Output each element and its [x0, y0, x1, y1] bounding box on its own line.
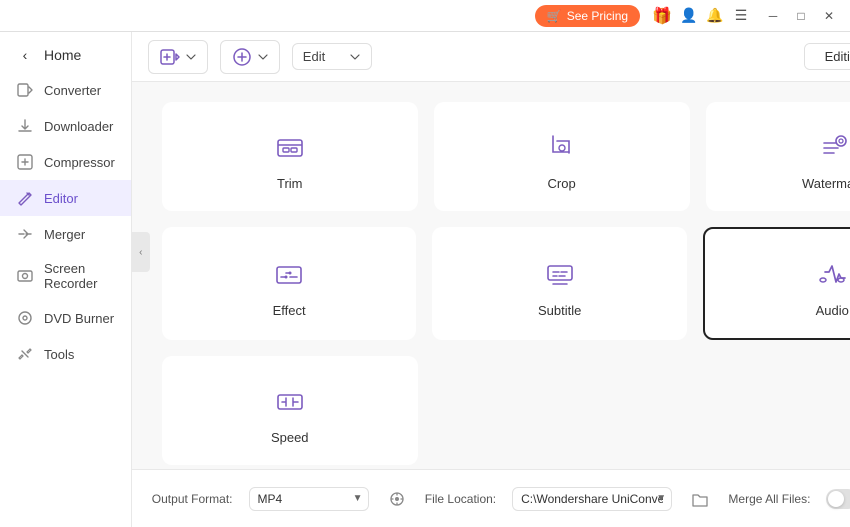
output-format-label: Output Format:	[152, 492, 233, 506]
sidebar-item-tools[interactable]: Tools	[0, 336, 131, 372]
close-button[interactable]: ✕	[816, 3, 842, 29]
trim-label: Trim	[277, 176, 303, 191]
see-pricing-button[interactable]: 🛒 See Pricing	[535, 5, 640, 27]
title-bar-icons: 🎁 👤 🔔 ☰	[652, 6, 750, 26]
maximize-button[interactable]: □	[788, 3, 814, 29]
speed-icon	[272, 384, 308, 420]
crop-card[interactable]: Crop	[434, 102, 690, 211]
minimize-button[interactable]: ─	[760, 3, 786, 29]
tab-group: Editing Finished	[804, 43, 850, 70]
cart-icon: 🛒	[547, 9, 562, 23]
speed-label: Speed	[271, 430, 309, 445]
sidebar: ‹ Home Converter Downloader	[0, 32, 132, 527]
sidebar-item-editor[interactable]: Editor	[0, 180, 131, 216]
effect-label: Effect	[273, 303, 306, 318]
sidebar-item-downloader[interactable]: Downloader	[0, 108, 131, 144]
toolbar: Edit Editing Finished	[132, 32, 850, 82]
merge-all-files-label: Merge All Files:	[728, 492, 810, 506]
sidebar-item-home[interactable]: ‹ Home	[0, 38, 131, 72]
merge-toggle-knob	[828, 491, 844, 507]
file-location-wrapper[interactable]: C:\Wondershare UniConverter 1 ▼	[512, 487, 672, 511]
compressor-icon	[16, 153, 34, 171]
watermark-card[interactable]: Watermark	[706, 102, 850, 211]
file-location-select[interactable]: C:\Wondershare UniConverter 1	[512, 487, 672, 511]
trim-icon	[272, 130, 308, 166]
grid-row-3: Speed	[162, 356, 850, 465]
subtitle-label: Subtitle	[538, 303, 581, 318]
subtitle-icon	[542, 257, 578, 293]
audio-label: Audio	[816, 303, 849, 318]
grid-row-2: Effect Subtitle	[162, 227, 850, 340]
effect-card[interactable]: Effect	[162, 227, 417, 340]
speed-card[interactable]: Speed	[162, 356, 418, 465]
chevron-left-icon: ‹	[16, 46, 34, 64]
sidebar-item-merger[interactable]: Merger	[0, 216, 131, 252]
crop-icon	[544, 130, 580, 166]
main-layout: ‹ Home Converter Downloader	[0, 32, 850, 527]
watermark-label: Watermark	[802, 176, 850, 191]
subtitle-card[interactable]: Subtitle	[432, 227, 687, 340]
tab-editing[interactable]: Editing	[805, 44, 850, 69]
output-format-settings-icon[interactable]	[385, 485, 409, 513]
audio-icon	[814, 257, 850, 293]
menu-icon[interactable]: ☰	[732, 7, 750, 25]
gift-icon[interactable]: 🎁	[652, 6, 672, 26]
content-area: Edit Editing Finished	[132, 32, 850, 527]
user-icon[interactable]: 👤	[680, 7, 698, 25]
title-bar: 🛒 See Pricing 🎁 👤 🔔 ☰ ─ □ ✕	[0, 0, 850, 32]
add-media-button[interactable]	[220, 40, 280, 74]
sidebar-item-compressor[interactable]: Compressor	[0, 144, 131, 180]
merger-icon	[16, 225, 34, 243]
trim-card[interactable]: Trim	[162, 102, 418, 211]
output-format-wrapper[interactable]: MP4 MOV AVI MKV ▼	[249, 487, 369, 511]
effect-icon	[271, 257, 307, 293]
converter-icon	[16, 81, 34, 99]
merge-toggle[interactable]	[826, 489, 850, 509]
empty-card-2	[706, 356, 850, 465]
watermark-icon	[816, 130, 850, 166]
dvd-burner-icon	[16, 309, 34, 327]
tools-icon	[16, 345, 34, 363]
bell-icon[interactable]: 🔔	[706, 7, 724, 25]
audio-card[interactable]: Audio	[703, 227, 850, 340]
grid-row-1: Trim Crop	[162, 102, 850, 211]
bottom-bar: Output Format: MP4 MOV AVI MKV ▼ File Lo…	[132, 469, 850, 527]
downloader-icon	[16, 117, 34, 135]
file-location-folder-icon[interactable]	[688, 485, 712, 513]
screen-recorder-icon	[16, 267, 34, 285]
sidebar-item-screen-recorder[interactable]: Screen Recorder	[0, 252, 131, 300]
output-format-select[interactable]: MP4 MOV AVI MKV	[249, 487, 369, 511]
add-video-button[interactable]	[148, 40, 208, 74]
file-location-label: File Location:	[425, 492, 496, 506]
editor-icon	[16, 189, 34, 207]
grid-area: Trim Crop	[132, 82, 850, 469]
crop-label: Crop	[548, 176, 576, 191]
edit-dropdown[interactable]: Edit	[292, 43, 372, 70]
empty-card-1	[434, 356, 690, 465]
sidebar-item-converter[interactable]: Converter	[0, 72, 131, 108]
sidebar-item-dvd-burner[interactable]: DVD Burner	[0, 300, 131, 336]
sidebar-collapse-button[interactable]: ‹	[132, 232, 150, 272]
